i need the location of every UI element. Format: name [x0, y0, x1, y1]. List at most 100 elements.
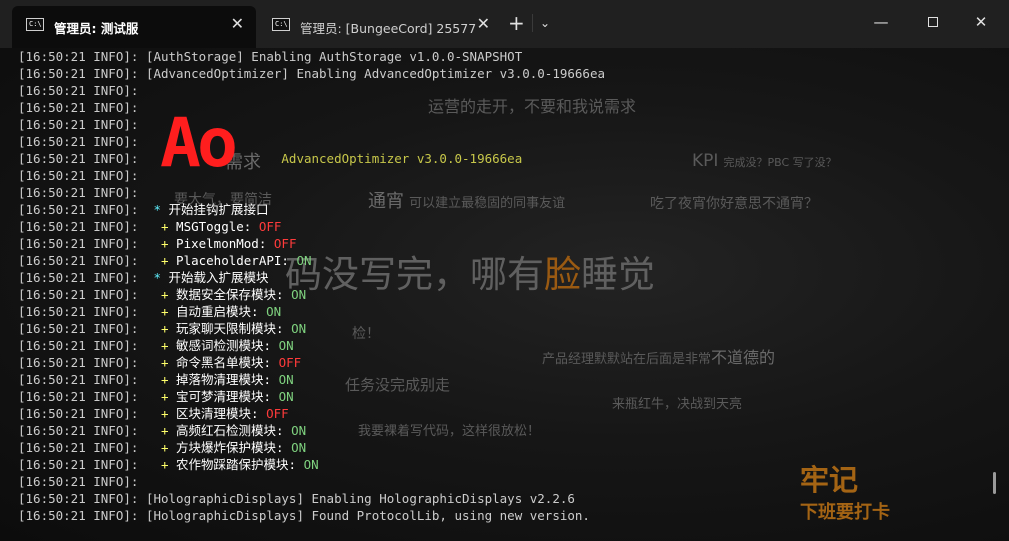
log-segment: 区块清理模块: [176, 406, 267, 421]
log-prefix: [16:50:21 INFO]: [18, 202, 146, 217]
log-segment: ON [296, 253, 312, 268]
log-prefix: [16:50:21 INFO]: [18, 151, 146, 166]
log-line: [16:50:21 INFO]: + 农作物踩踏保护模块: ON [18, 456, 605, 473]
title-bar: C:\ 管理员: 测试服 ✕ C:\ 管理员: [BungeeCord] 255… [0, 0, 1009, 48]
log-line: [16:50:21 INFO]: [18, 82, 605, 99]
watermark-word: 不道德的 [711, 348, 776, 367]
log-prefix: [16:50:21 INFO]: [18, 321, 146, 336]
log-segment: ON [266, 304, 282, 319]
log-line: [16:50:21 INFO]: [18, 473, 605, 490]
log-segment: OFF [266, 406, 289, 421]
stamp-subtitle: 下班要打卡 [800, 502, 890, 523]
log-prefix: [16:50:21 INFO]: [18, 100, 146, 115]
maximize-button[interactable] [918, 10, 948, 34]
log-prefix: [16:50:21 INFO]: [18, 474, 146, 489]
terminal-icon: C:\ [272, 18, 290, 31]
terminal-icon: C:\ [26, 18, 44, 31]
tab-test-server[interactable]: C:\ 管理员: 测试服 ✕ [12, 6, 256, 48]
log-segment: 方块爆炸保护模块: [176, 440, 292, 455]
minimize-button[interactable]: — [866, 10, 896, 34]
log-line: [16:50:21 INFO]: + MSGToggle: OFF [18, 218, 605, 235]
chevron-down-icon[interactable]: ⌄ [540, 16, 550, 30]
log-segment: [AdvancedOptimizer] Enabling AdvancedOpt… [145, 66, 606, 81]
log-segment: + [145, 287, 177, 302]
log-line: [16:50:21 INFO]: [18, 133, 605, 150]
log-segment: PlaceholderAPI: [176, 253, 297, 268]
log-segment: + [145, 253, 177, 268]
log-segment: 高频红石检测模块: [176, 423, 292, 438]
log-segment: [HolographicDisplays] Found ProtocolLib,… [145, 508, 590, 523]
log-segment: 自动重启模块: [176, 304, 267, 319]
log-segment: 掉落物清理模块: [176, 372, 279, 387]
log-prefix: [16:50:21 INFO]: [18, 185, 146, 200]
log-segment: ON [278, 338, 294, 353]
log-prefix: [16:50:21 INFO]: [18, 457, 146, 472]
log-segment: [AuthStorage] Enabling AuthStorage v1.0.… [145, 49, 523, 64]
log-segment: ON [303, 457, 319, 472]
log-line: [16:50:21 INFO]: + 数据安全保存模块: ON [18, 286, 605, 303]
log-segment: + [145, 372, 177, 387]
log-segment: [HolographicDisplays] Enabling Holograph… [145, 491, 575, 506]
log-line: [16:50:21 INFO]: [18, 99, 605, 116]
log-segment: 开始载入扩展模块 [168, 270, 269, 285]
log-line: [16:50:21 INFO]: [HolographicDisplays] E… [18, 490, 605, 507]
log-segment: + [145, 304, 177, 319]
log-line: [16:50:21 INFO]: + PixelmonMod: OFF [18, 235, 605, 252]
new-tab-button[interactable]: + [508, 12, 525, 34]
log-segment: + [145, 423, 177, 438]
log-line: [16:50:21 INFO]: [AuthStorage] Enabling … [18, 48, 605, 65]
log-lines: [16:50:21 INFO]: [AuthStorage] Enabling … [18, 48, 605, 524]
log-line: [16:50:21 INFO]: + 玩家聊天限制模块: ON [18, 320, 605, 337]
log-prefix: [16:50:21 INFO]: [18, 270, 146, 285]
log-segment: 农作物踩踏保护模块: [176, 457, 304, 472]
log-segment: ON [278, 372, 294, 387]
close-tab-icon[interactable]: ✕ [477, 14, 490, 33]
log-segment: 开始挂钩扩展接口 [168, 202, 269, 217]
log-segment: 敏感词检测模块: [176, 338, 279, 353]
log-segment: + [145, 389, 177, 404]
log-segment: ON [291, 321, 307, 336]
log-line: [16:50:21 INFO]: + 自动重启模块: ON [18, 303, 605, 320]
log-segment: + [145, 406, 177, 421]
tab-divider [532, 14, 533, 32]
log-prefix: [16:50:21 INFO]: [18, 372, 146, 387]
tab-title: 管理员: 测试服 [54, 21, 139, 36]
log-line: [16:50:21 INFO]: + 敏感词检测模块: ON [18, 337, 605, 354]
terminal-output[interactable]: 运营的走开，不要和我说需求 需求 要大气，要简洁 KPI 完成没？PBC 写了没… [0, 48, 1009, 541]
log-line: [16:50:21 INFO]: + 区块清理模块: OFF [18, 405, 605, 422]
log-line: [16:50:21 INFO]: + 高频红石检测模块: ON [18, 422, 605, 439]
scrollbar-thumb[interactable] [993, 472, 996, 494]
log-line: [16:50:21 INFO]: + 方块爆炸保护模块: ON [18, 439, 605, 456]
close-window-button[interactable]: ✕ [966, 10, 996, 34]
log-line: [16:50:21 INFO]: + 掉落物清理模块: ON [18, 371, 605, 388]
log-segment: AdvancedOptimizer v3.0.0-19666ea [145, 151, 523, 166]
watermark-line: 吃了夜宵你好意思不通宵？ [650, 196, 818, 212]
watermark-line: KPI 完成没？PBC 写了没？ [692, 151, 837, 171]
watermark-word: 完成没？PBC 写了没？ [723, 156, 837, 169]
log-segment: OFF [278, 355, 302, 370]
log-segment: 数据安全保存模块: [176, 287, 292, 302]
log-segment: + [145, 457, 177, 472]
log-prefix: [16:50:21 INFO]: [18, 219, 146, 234]
log-line: [16:50:21 INFO]: [AdvancedOptimizer] Ena… [18, 65, 605, 82]
log-segment: ON [278, 389, 294, 404]
log-segment: MSGToggle: [176, 219, 259, 234]
tab-bungeecord[interactable]: C:\ 管理员: [BungeeCord] 25577 ✕ [258, 6, 502, 48]
log-prefix: [16:50:21 INFO]: [18, 491, 146, 506]
log-segment: + [145, 219, 177, 234]
log-prefix: [16:50:21 INFO]: [18, 304, 146, 319]
log-line: [16:50:21 INFO]: [18, 167, 605, 184]
log-segment: 宝可梦清理模块: [176, 389, 279, 404]
log-segment: * [145, 202, 169, 217]
log-segment: + [145, 355, 177, 370]
log-prefix: [16:50:21 INFO]: [18, 66, 146, 81]
log-line: [16:50:21 INFO]: * 开始挂钩扩展接口 [18, 201, 605, 218]
log-prefix: [16:50:21 INFO]: [18, 508, 146, 523]
log-line: [16:50:21 INFO]: * 开始载入扩展模块 [18, 269, 605, 286]
log-prefix: [16:50:21 INFO]: [18, 168, 146, 183]
log-line: [16:50:21 INFO]: [HolographicDisplays] F… [18, 507, 605, 524]
tab-title: 管理员: [BungeeCord] 25577 [300, 21, 477, 36]
log-segment: + [145, 321, 177, 336]
close-tab-icon[interactable]: ✕ [231, 14, 244, 33]
log-segment: PixelmonMod: [176, 236, 274, 251]
